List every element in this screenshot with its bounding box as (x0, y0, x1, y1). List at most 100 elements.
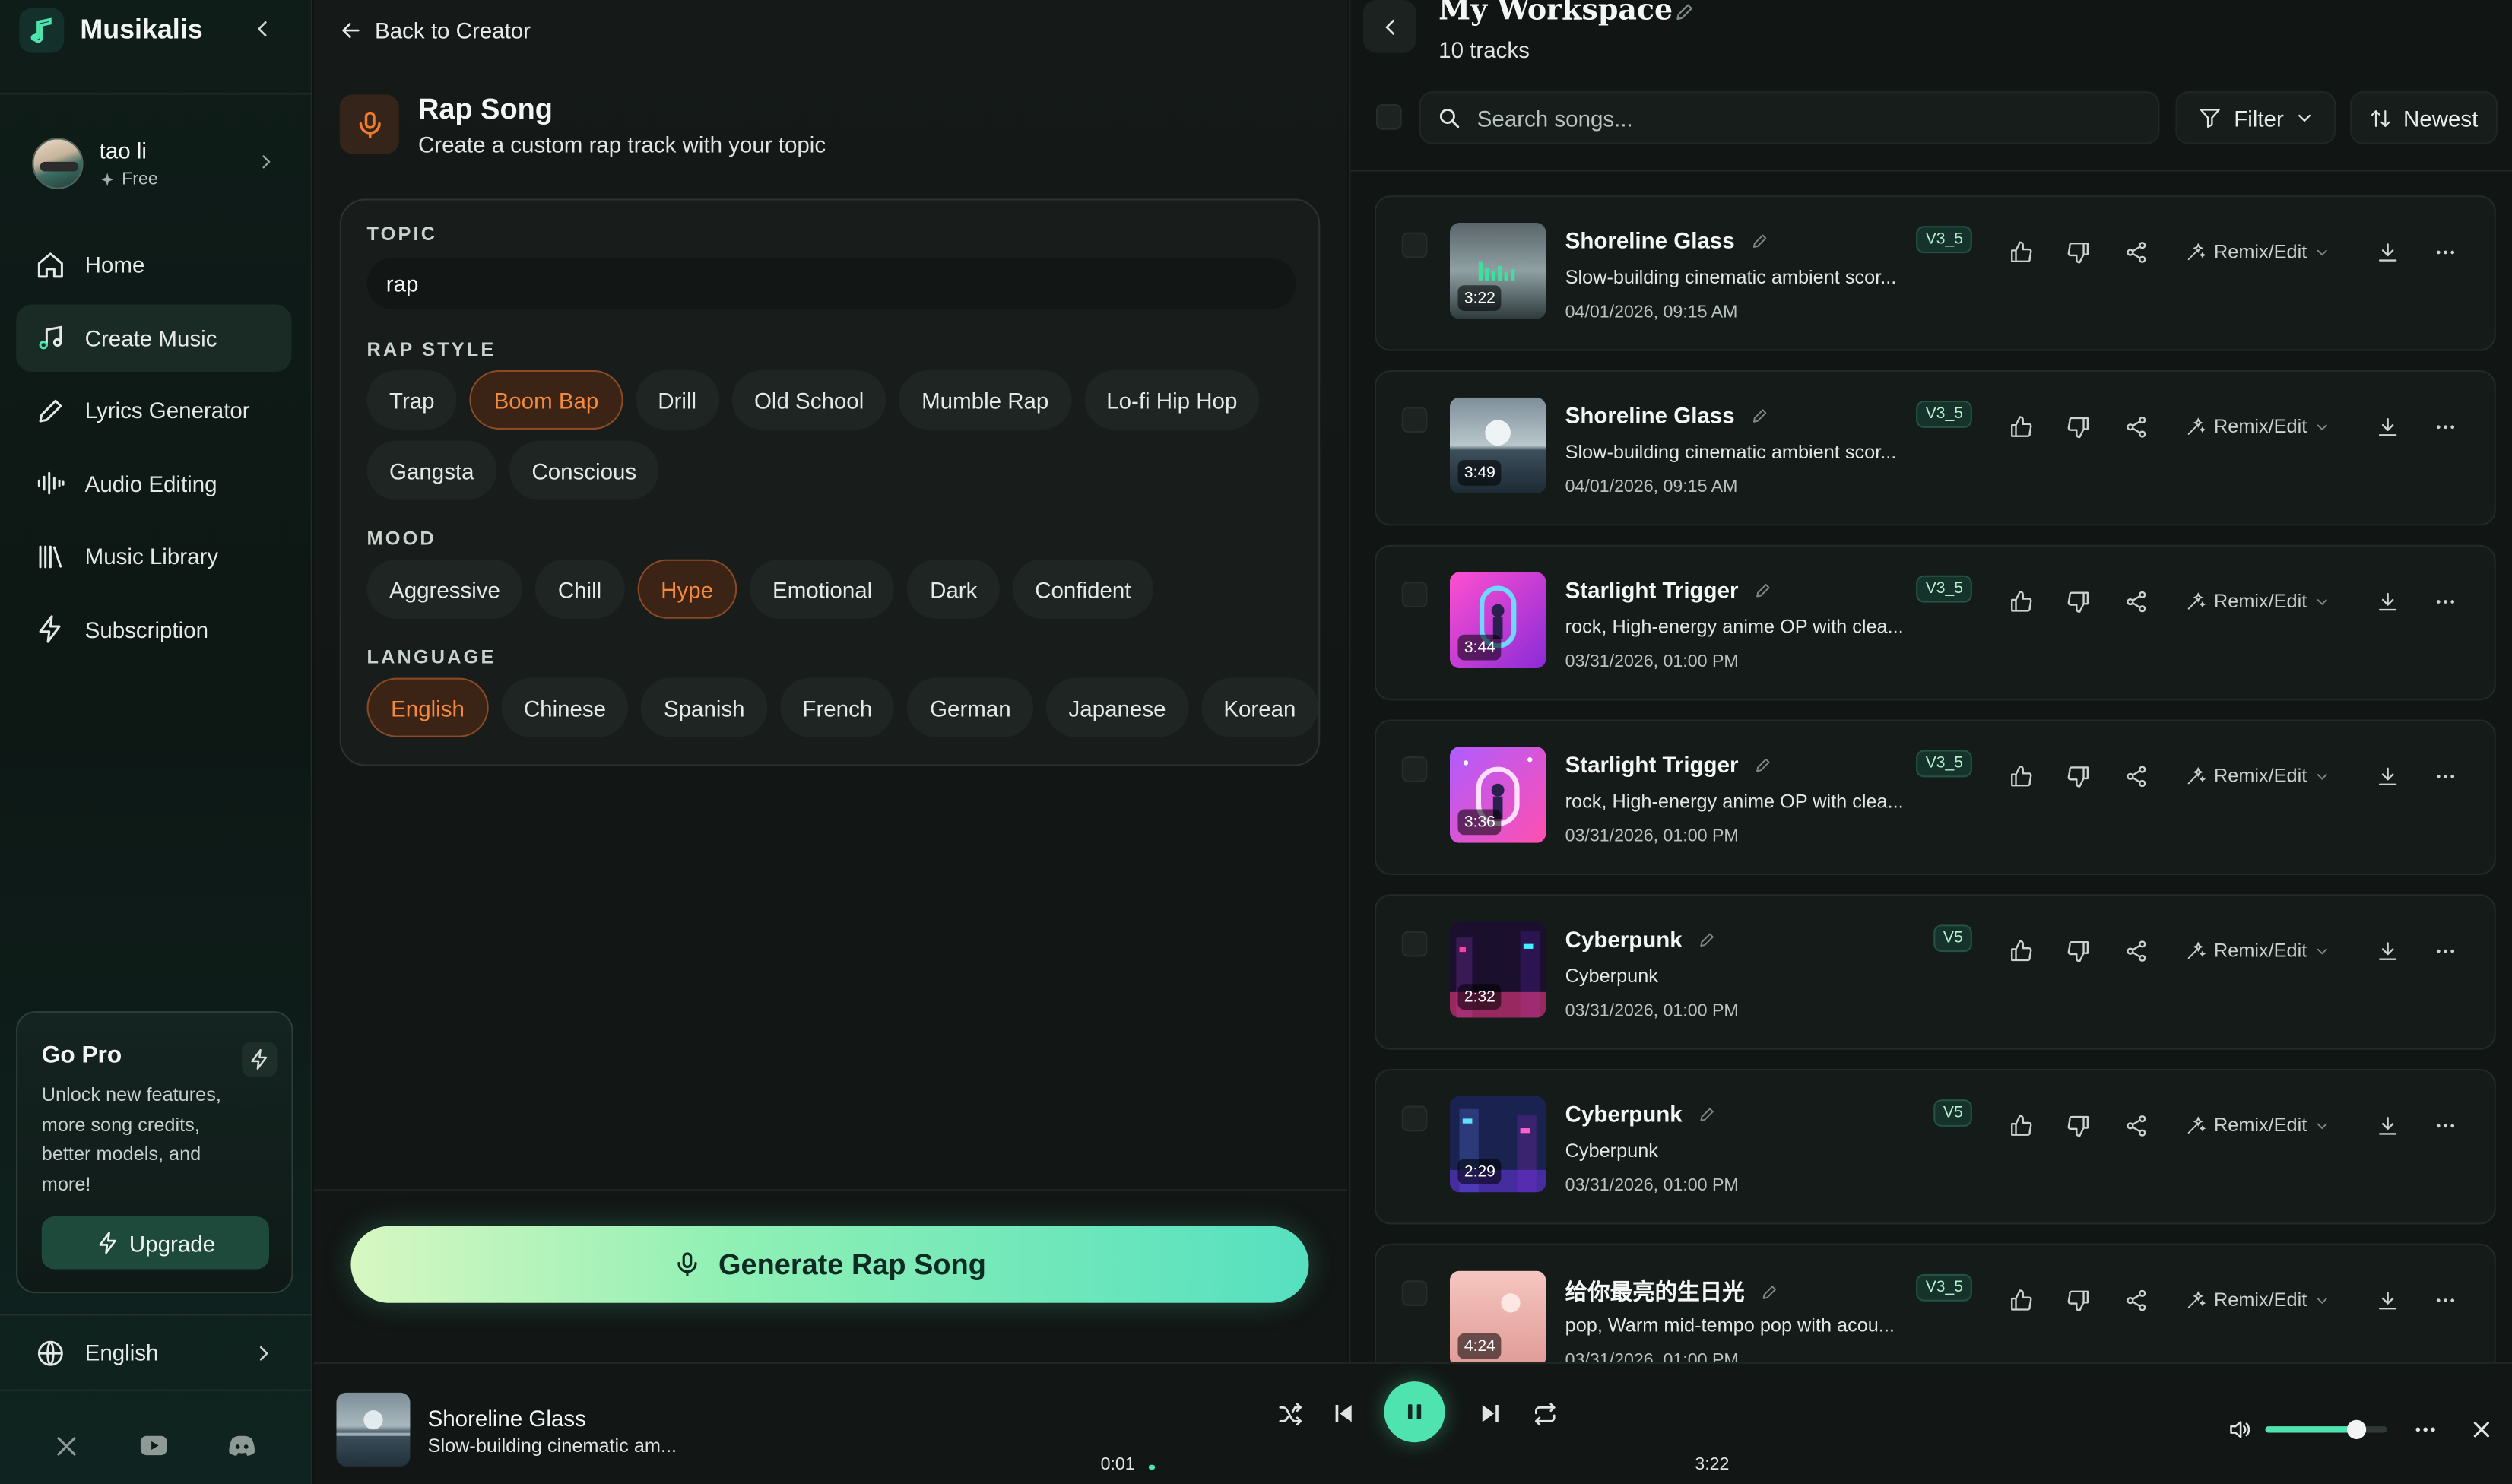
track-card[interactable]: 4:24 给你最亮的生日光 pop, Warm mid-tempo pop wi… (1374, 1243, 2496, 1362)
track-artwork[interactable]: 3:22 (1449, 223, 1546, 319)
share-button[interactable] (2111, 926, 2159, 974)
mood-chip[interactable]: Emotional (750, 559, 895, 619)
edit-pencil-icon[interactable] (1751, 232, 1768, 249)
language-chip[interactable]: Chinese (501, 677, 629, 737)
edit-pencil-icon[interactable] (1674, 2, 1695, 22)
track-card[interactable]: 3:49 Shoreline Glass Slow-building cinem… (1374, 369, 2496, 526)
language-chip[interactable]: Korean (1200, 677, 1318, 737)
share-button[interactable] (2111, 227, 2159, 275)
track-checkbox[interactable] (1401, 931, 1428, 957)
track-title[interactable]: 给你最亮的生日光 (1565, 1276, 1745, 1308)
remix-edit-dropdown[interactable]: Remix/Edit (2172, 227, 2337, 275)
track-title[interactable]: Cyberpunk (1565, 926, 1683, 952)
download-button[interactable] (2363, 1101, 2411, 1149)
nav-item-create-music[interactable]: Create Music (16, 303, 292, 372)
nav-item-lyrics-generator[interactable]: Lyrics Generator (16, 376, 291, 444)
download-button[interactable] (2363, 1276, 2411, 1324)
share-button[interactable] (2111, 1276, 2159, 1324)
language-chip-selected[interactable]: English (366, 677, 489, 737)
rap-style-chip[interactable]: Trap (366, 369, 458, 430)
nav-item-home[interactable]: Home (16, 231, 291, 299)
remix-edit-dropdown[interactable]: Remix/Edit (2172, 1276, 2337, 1324)
dislike-button[interactable] (2054, 402, 2101, 450)
more-options-button[interactable] (2421, 227, 2469, 275)
discord-icon[interactable] (223, 1426, 262, 1465)
previous-track-icon[interactable] (1327, 1396, 1362, 1431)
track-checkbox[interactable] (1401, 756, 1428, 782)
mood-chip[interactable]: Aggressive (366, 559, 523, 619)
more-options-button[interactable] (2421, 1101, 2469, 1149)
generate-rap-song-button[interactable]: Generate Rap Song (350, 1226, 1309, 1303)
rap-style-chip-selected[interactable]: Boom Bap (469, 369, 623, 430)
language-selector[interactable]: English (0, 1314, 312, 1391)
search-box[interactable] (1419, 91, 2160, 144)
edit-pencil-icon[interactable] (1698, 931, 1716, 948)
like-button[interactable] (1996, 227, 2044, 275)
mood-chip-selected[interactable]: Hype (636, 559, 737, 619)
like-button[interactable] (1996, 926, 2044, 974)
x-icon[interactable] (46, 1426, 85, 1465)
rap-style-chip[interactable]: Lo-fi Hip Hop (1083, 369, 1260, 430)
track-artwork[interactable]: 2:32 (1449, 921, 1546, 1018)
track-card[interactable]: 3:36 Starlight Trigger rock, High-energy… (1374, 719, 2496, 875)
track-title[interactable]: Shoreline Glass (1565, 402, 1735, 428)
remix-edit-dropdown[interactable]: Remix/Edit (2172, 926, 2337, 974)
more-options-button[interactable] (2421, 926, 2469, 974)
rap-style-chip[interactable]: Drill (635, 369, 719, 430)
language-chip[interactable]: Japanese (1046, 677, 1188, 737)
upgrade-button[interactable]: Upgrade (41, 1216, 269, 1270)
dislike-button[interactable] (2054, 752, 2101, 800)
close-icon[interactable] (2464, 1413, 2499, 1445)
user-profile[interactable]: tao li Free (19, 122, 294, 205)
brand[interactable]: Musikalis (19, 6, 203, 54)
track-card[interactable]: 2:29 Cyberpunk Cyberpunk 03/31/2026, 01:… (1374, 1069, 2496, 1225)
language-chip[interactable]: French (779, 677, 895, 737)
filter-button[interactable]: Filter (2175, 91, 2336, 144)
share-button[interactable] (2111, 752, 2159, 800)
dislike-button[interactable] (2054, 1101, 2101, 1149)
nav-item-music-library[interactable]: Music Library (16, 522, 291, 590)
more-options-button[interactable] (2421, 577, 2469, 625)
now-playing-title[interactable]: Shoreline Glass (428, 1406, 586, 1432)
mood-chip[interactable]: Dark (907, 559, 1000, 619)
track-checkbox[interactable] (1401, 1105, 1428, 1132)
share-button[interactable] (2111, 1101, 2159, 1149)
rap-style-chip[interactable]: Mumble Rap (899, 369, 1071, 430)
nav-item-audio-editing[interactable]: Audio Editing (16, 449, 291, 517)
volume-icon[interactable] (2224, 1413, 2256, 1445)
track-title[interactable]: Starlight Trigger (1565, 577, 1739, 603)
topic-input[interactable] (366, 258, 1296, 309)
track-artwork[interactable]: 3:36 (1449, 747, 1546, 843)
remix-edit-dropdown[interactable]: Remix/Edit (2172, 752, 2337, 800)
more-options-icon[interactable] (2408, 1413, 2443, 1445)
like-button[interactable] (1996, 1276, 2044, 1324)
share-button[interactable] (2111, 577, 2159, 625)
download-button[interactable] (2363, 227, 2411, 275)
track-checkbox[interactable] (1401, 232, 1428, 258)
edit-pencil-icon[interactable] (1755, 756, 1772, 773)
edit-pencil-icon[interactable] (1755, 581, 1772, 598)
download-button[interactable] (2363, 577, 2411, 625)
track-artwork[interactable]: 3:49 (1449, 397, 1546, 494)
dislike-button[interactable] (2054, 1276, 2101, 1324)
download-button[interactable] (2363, 926, 2411, 974)
back-to-creator-link[interactable]: Back to Creator (340, 13, 531, 48)
nav-item-subscription[interactable]: Subscription (16, 595, 291, 663)
next-track-icon[interactable] (1472, 1396, 1507, 1431)
edit-pencil-icon[interactable] (1761, 1283, 1778, 1300)
like-button[interactable] (1996, 577, 2044, 625)
repeat-icon[interactable] (1527, 1396, 1562, 1431)
dislike-button[interactable] (2054, 926, 2101, 974)
share-button[interactable] (2111, 402, 2159, 450)
remix-edit-dropdown[interactable]: Remix/Edit (2172, 1101, 2337, 1149)
collapse-sidebar-chevron-icon[interactable] (249, 14, 278, 43)
mood-chip[interactable]: Confident (1012, 559, 1154, 619)
select-all-checkbox[interactable] (1375, 104, 1402, 130)
rap-style-chip[interactable]: Old School (731, 369, 886, 430)
track-checkbox[interactable] (1401, 582, 1428, 607)
edit-pencil-icon[interactable] (1751, 406, 1768, 423)
rap-style-chip[interactable]: Conscious (509, 440, 659, 500)
track-card[interactable]: 3:44 Starlight Trigger rock, High-energy… (1374, 544, 2496, 701)
like-button[interactable] (1996, 752, 2044, 800)
language-chip[interactable]: German (907, 677, 1034, 737)
